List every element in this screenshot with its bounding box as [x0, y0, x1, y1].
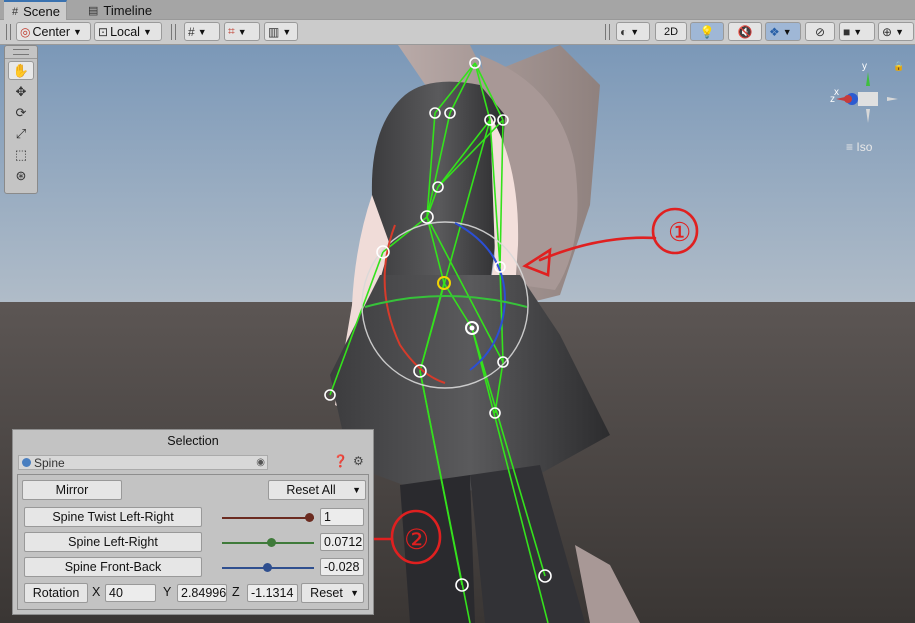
muscle-label-button[interactable]: Spine Twist Left-Right: [24, 507, 202, 527]
chevron-down-icon: ▼: [853, 26, 863, 37]
menu-lines-icon: ≡: [846, 140, 854, 154]
gizmo-x-label: x: [834, 87, 839, 98]
grid-visibility-dropdown[interactable]: ▥ ▼: [264, 22, 298, 41]
chevron-down-icon: ▼: [197, 26, 207, 37]
chevron-down-icon: ▼: [73, 26, 82, 37]
hidden-eye-icon: ⊘: [814, 24, 826, 39]
chevron-down-icon: ▼: [350, 588, 359, 598]
toolbar-grip[interactable]: [171, 24, 176, 40]
muscle-slider[interactable]: [222, 538, 314, 547]
pivot-space-dropdown[interactable]: ⊡ Local ▼: [94, 22, 162, 41]
camera-icon: ■: [843, 24, 851, 39]
chevron-down-icon: ▼: [237, 26, 247, 37]
transform-icon: ⊛: [15, 167, 27, 183]
toolbar-grip[interactable]: [605, 24, 610, 40]
transform-tool-button[interactable]: ⊛: [8, 166, 34, 185]
rotation-y-field[interactable]: 2.84996: [177, 584, 227, 602]
draw-mode-dropdown[interactable]: ◐ ▼: [616, 22, 650, 41]
snap-grid-icon: ⌗: [228, 24, 235, 38]
bone-icon: [22, 458, 31, 467]
palette-handle[interactable]: [5, 46, 37, 59]
object-field[interactable]: Spine ◉: [18, 455, 268, 470]
rotation-reset-dropdown[interactable]: Reset ▼: [301, 583, 364, 603]
increment-snap-dropdown[interactable]: ⌗ ▼: [224, 22, 260, 41]
selection-panel: Selection Spine ◉ ❓ ⚙ Mirror Reset All ▼…: [12, 429, 374, 615]
gizmo-y-label: y: [862, 61, 867, 72]
audio-toggle-button[interactable]: 🔇: [728, 22, 762, 41]
object-picker-icon[interactable]: ◉: [256, 457, 265, 468]
rect-icon: ⬚: [14, 146, 28, 162]
chevron-down-icon: ▼: [142, 26, 152, 37]
chevron-down-icon: ▼: [895, 26, 904, 37]
toolbar-grip[interactable]: [6, 24, 11, 40]
scale-tool-button[interactable]: ⤢: [8, 124, 34, 143]
muscle-value-field[interactable]: -0.028: [320, 558, 364, 576]
view-projection-toggle[interactable]: ≡ Iso: [846, 140, 872, 154]
effects-dropdown[interactable]: ❖ ▼: [765, 22, 801, 41]
annotation-one-label: ①: [668, 217, 691, 247]
muscle-slider[interactable]: [222, 563, 314, 572]
local-space-icon: ⊡: [98, 24, 109, 39]
chevron-down-icon: ▼: [282, 26, 292, 37]
rotation-z-label: Z: [232, 585, 240, 599]
mirror-button[interactable]: Mirror: [22, 480, 122, 500]
hand-tool-button[interactable]: ✋: [8, 61, 34, 80]
panel-title: Selection: [167, 434, 219, 448]
gear-icon[interactable]: ⚙: [353, 454, 364, 468]
muscle-slider[interactable]: [222, 513, 314, 522]
chevron-down-icon: ▼: [782, 26, 792, 37]
lightbulb-icon: 💡: [699, 24, 715, 39]
slider-knob[interactable]: [262, 563, 272, 572]
reset-all-dropdown[interactable]: Reset All ▼: [268, 480, 366, 500]
muscle-label-button[interactable]: Spine Front-Back: [24, 557, 202, 577]
tab-scene[interactable]: # Scene: [4, 0, 67, 21]
hash-icon: #: [12, 5, 19, 18]
gizmo-icon: ⊕: [882, 24, 893, 39]
slider-knob[interactable]: [305, 513, 314, 522]
grid-lines-icon: ▥: [268, 24, 280, 39]
rotation-x-label: X: [92, 585, 101, 599]
gizmos-dropdown[interactable]: ⊕ ▼: [878, 22, 914, 41]
slider-knob[interactable]: [266, 538, 276, 547]
tab-timeline[interactable]: ▤ Timeline: [80, 1, 158, 19]
muscle-label-button[interactable]: Spine Left-Right: [24, 532, 202, 552]
rotation-button[interactable]: Rotation: [24, 583, 88, 603]
toggle-2d-button[interactable]: 2D: [655, 22, 687, 41]
scale-icon: ⤢: [15, 125, 27, 141]
muscle-value-field[interactable]: 1: [320, 508, 364, 526]
hand-icon: ✋: [12, 62, 30, 78]
scene-toolbar: ◎ Center ▼ ⊡ Local ▼ # ▼ ⌗ ▼ ▥ ▼ ◐ ▼ 2D …: [0, 20, 915, 45]
shaded-sphere-icon: ◐: [620, 24, 628, 39]
camera-dropdown[interactable]: ■ ▼: [839, 22, 875, 41]
tab-bar: # Scene ▤ Timeline: [0, 0, 915, 21]
effects-icon: ❖: [769, 24, 780, 39]
annotation-two-label: ②: [404, 524, 429, 555]
move-arrows-icon: ✥: [15, 83, 27, 99]
chevron-down-icon: ▼: [630, 26, 640, 37]
rotate-tool-button[interactable]: ⟳: [8, 103, 34, 122]
scene-visibility-button[interactable]: ⊘: [805, 22, 835, 41]
help-icon[interactable]: ❓: [333, 454, 348, 468]
rect-tool-button[interactable]: ⬚: [8, 145, 34, 164]
tool-palette: ✋ ✥ ⟳ ⤢ ⬚ ⊛: [4, 45, 38, 194]
rotation-x-field[interactable]: 40: [105, 584, 156, 602]
grid-icon: #: [188, 24, 195, 39]
pivot-icon: ◎: [20, 24, 31, 39]
muscle-controls: Mirror Reset All ▼ Spine Twist Left-Righ…: [17, 474, 369, 610]
rotation-z-field[interactable]: -1.1314: [247, 584, 298, 602]
lock-icon[interactable]: 🔒: [893, 61, 904, 72]
move-tool-button[interactable]: ✥: [8, 82, 34, 101]
mute-icon: 🔇: [737, 24, 753, 39]
rotation-y-label: Y: [163, 585, 172, 599]
muscle-value-field[interactable]: 0.0712: [320, 533, 364, 551]
lighting-toggle-button[interactable]: 💡: [690, 22, 724, 41]
film-icon: ▤: [88, 4, 99, 17]
grid-snap-dropdown[interactable]: # ▼: [184, 22, 220, 41]
pivot-mode-dropdown[interactable]: ◎ Center ▼: [16, 22, 91, 41]
rotate-icon: ⟳: [15, 104, 27, 120]
chevron-down-icon: ▼: [352, 485, 361, 495]
